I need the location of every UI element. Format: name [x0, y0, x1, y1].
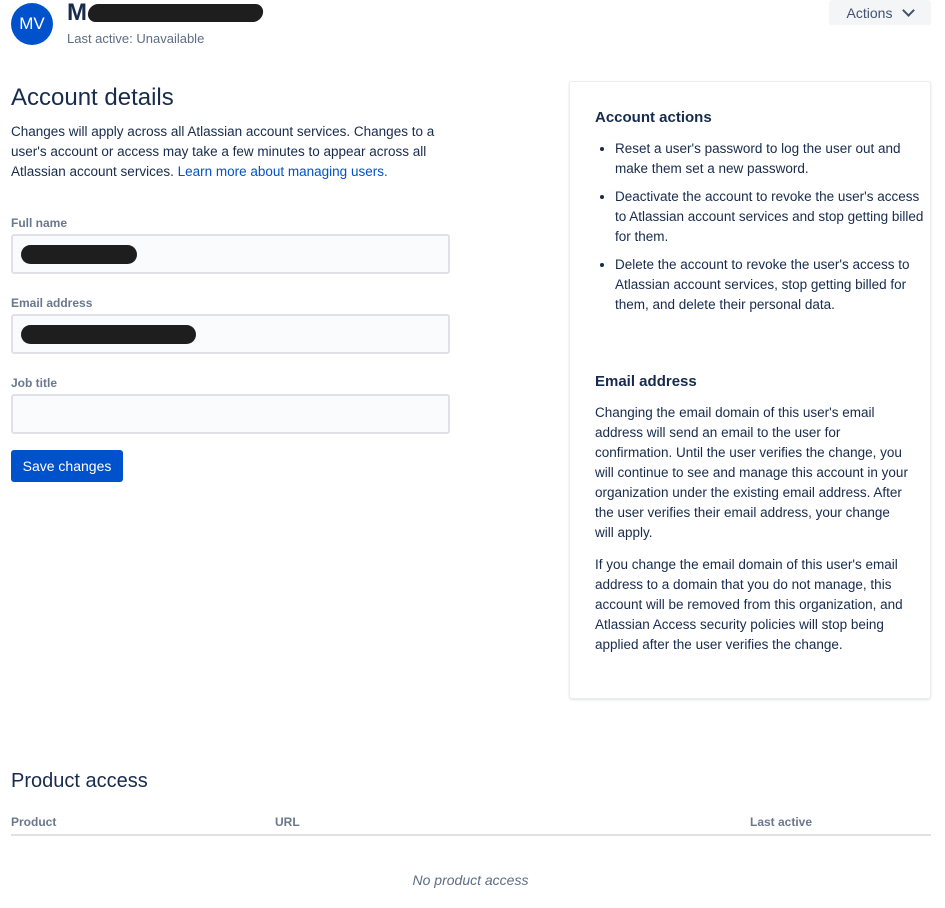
full-name-label: Full name: [11, 216, 68, 230]
avatar: MV: [11, 3, 53, 45]
list-item: Delete the account to revoke the user's …: [615, 255, 930, 315]
email-address-title: Email address: [595, 373, 697, 390]
redacted-name: [86, 4, 265, 22]
email-label: Email address: [11, 296, 93, 310]
save-changes-button[interactable]: Save changes: [11, 450, 123, 482]
user-name: M: [67, 0, 265, 28]
learn-more-link[interactable]: Learn more about managing users.: [178, 164, 388, 179]
column-header-url[interactable]: URL: [275, 815, 300, 829]
job-title-input[interactable]: [13, 396, 448, 432]
user-name-initial: M: [67, 0, 87, 26]
column-header-product[interactable]: Product: [11, 815, 56, 829]
job-title-field[interactable]: [11, 394, 450, 434]
info-panel: Account actions Reset a user's password …: [569, 81, 931, 699]
list-item: Reset a user's password to log the user …: [615, 139, 930, 179]
email-field[interactable]: [11, 314, 450, 354]
actions-dropdown-button[interactable]: Actions: [829, 0, 931, 25]
job-title-label: Job title: [11, 376, 58, 390]
table-header-divider: [11, 834, 931, 836]
email-paragraph-1: Changing the email domain of this user's…: [595, 405, 908, 540]
account-details-title: Account details: [11, 84, 174, 111]
chevron-down-icon: [902, 4, 916, 17]
actions-label: Actions: [846, 4, 893, 21]
account-details-intro: Changes will apply across all Atlassian …: [11, 122, 451, 182]
account-actions-title: Account actions: [595, 109, 712, 126]
product-access-title: Product access: [11, 770, 148, 792]
empty-state-text: No product access: [412, 872, 529, 888]
last-active-status: Last active: Unavailable: [67, 31, 205, 46]
email-paragraph-2: If you change the email domain of this u…: [595, 557, 903, 652]
column-header-last-active[interactable]: Last active: [750, 815, 812, 829]
redacted-email: [21, 325, 196, 344]
redacted-full-name: [21, 245, 137, 264]
full-name-field[interactable]: [11, 234, 450, 274]
list-item: Deactivate the account to revoke the use…: [615, 187, 930, 247]
account-actions-list: Reset a user's password to log the user …: [595, 139, 930, 323]
